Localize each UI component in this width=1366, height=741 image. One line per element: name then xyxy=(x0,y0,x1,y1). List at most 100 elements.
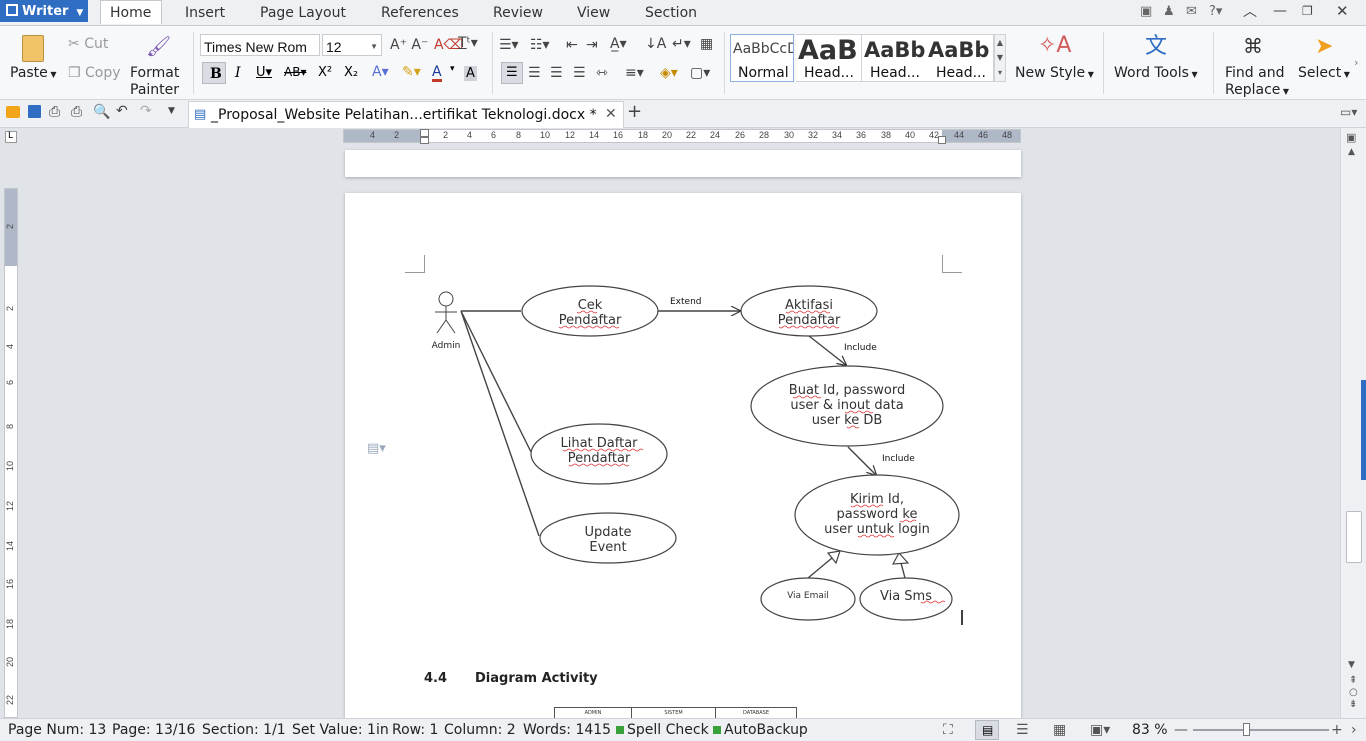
side-panel-toggle[interactable] xyxy=(1361,380,1366,480)
select-browse-icon[interactable]: ○ xyxy=(1349,688,1358,698)
bold-button[interactable]: B xyxy=(202,62,226,84)
first-line-indent-marker[interactable] xyxy=(420,129,429,137)
select-button[interactable]: Select ▼ xyxy=(1298,66,1350,80)
font-size-dropdown[interactable]: 12 ▼ xyxy=(322,34,382,56)
italic-button[interactable]: I xyxy=(235,66,241,80)
left-indent-marker[interactable] xyxy=(420,137,429,144)
show-marks-icon[interactable]: ↵▾ xyxy=(672,37,691,51)
distributed-icon[interactable]: ⇿ xyxy=(596,66,608,80)
horizontal-ruler[interactable]: 4 2 2 4 6 8 10 12 14 16 18 20 22 24 26 28 30 32 34 36 38 40 42… xyxy=(343,129,1021,144)
find-replace-button-1[interactable]: Find and xyxy=(1225,66,1284,80)
skin-icon[interactable]: ▣ xyxy=(1140,5,1152,18)
find-replace-button-2[interactable]: Replace ▼ xyxy=(1225,83,1289,97)
grow-font-icon[interactable]: A⁺ A⁻ xyxy=(390,38,428,52)
minimize-icon[interactable]: — xyxy=(1273,4,1287,18)
previous-page[interactable] xyxy=(345,150,1021,177)
cursor-icon[interactable]: ➤ xyxy=(1315,36,1333,58)
bullets-icon[interactable]: ☰▾ xyxy=(499,38,519,52)
shirt-icon[interactable]: ♟ xyxy=(1163,5,1175,18)
style-heading-2[interactable]: AaBb Head... xyxy=(862,34,928,82)
strikethrough-button[interactable]: AB▾ xyxy=(284,66,306,78)
tab-references[interactable]: References xyxy=(381,6,459,20)
chat-icon[interactable]: ✉ xyxy=(1186,5,1197,18)
text-effect-icon[interactable]: A▾ xyxy=(372,65,389,79)
chevron-right-icon[interactable]: › xyxy=(1354,57,1358,68)
chevron-down-icon[interactable]: ▾ xyxy=(450,65,455,74)
table-grid-icon[interactable]: ▦ xyxy=(700,37,713,51)
text-layout-icon[interactable]: Tᵗ▾ xyxy=(458,36,478,50)
sort-icon[interactable]: ↓A xyxy=(645,37,666,51)
right-indent-marker[interactable] xyxy=(938,136,946,144)
zoom-slider-track[interactable] xyxy=(1193,729,1329,731)
outline-view-icon[interactable]: ☰ xyxy=(1016,723,1029,737)
line-spacing-icon[interactable]: ≡▾ xyxy=(625,66,644,80)
tab-view[interactable]: View xyxy=(577,6,610,20)
prev-page-icon[interactable]: ⇞ xyxy=(1349,676,1357,686)
char-shading-icon[interactable]: A xyxy=(464,66,477,81)
format-painter-icon[interactable]: 🖌 xyxy=(146,36,171,56)
status-set-value[interactable]: Set Value: 1in xyxy=(292,723,389,737)
tab-review[interactable]: Review xyxy=(493,6,543,20)
status-spell-check[interactable]: Spell Check xyxy=(627,723,709,737)
zoom-out-icon[interactable]: — xyxy=(1174,723,1188,737)
format-painter-label-2[interactable]: Painter xyxy=(130,83,179,97)
help-icon[interactable]: ?▾ xyxy=(1209,5,1222,18)
undo-icon[interactable]: ↶ xyxy=(116,104,128,118)
status-section[interactable]: Section: 1/1 xyxy=(202,723,286,737)
paste-icon[interactable] xyxy=(22,35,44,62)
zoom-slider-thumb[interactable] xyxy=(1243,723,1250,736)
document-tab[interactable]: ▤ _Proposal_Website Pelatihan...ertifika… xyxy=(188,101,624,128)
font-name-dropdown[interactable]: Times New Rom xyxy=(200,34,320,56)
style-heading-3[interactable]: AaBb Head... xyxy=(928,34,994,82)
asian-layout-icon[interactable]: A̲▾ xyxy=(610,37,627,51)
binoculars-icon[interactable]: ⌘ xyxy=(1243,36,1263,56)
status-page[interactable]: Page: 13/16 xyxy=(112,723,195,737)
increase-indent-icon[interactable]: ⇥ xyxy=(586,38,598,52)
use-case-diagram[interactable]: Admin Extend Include Include Cek Pendaft… xyxy=(345,193,1021,733)
zoom-level[interactable]: 83 % xyxy=(1132,723,1168,737)
highlight-icon[interactable]: ✎▾ xyxy=(402,65,421,79)
numbering-icon[interactable]: ☷▾ xyxy=(530,38,550,52)
decrease-indent-icon[interactable]: ⇤ xyxy=(566,38,578,52)
new-style-button[interactable]: New Style ▼ xyxy=(1015,66,1094,80)
restore-icon[interactable]: ❐ xyxy=(1302,5,1313,17)
web-view-icon[interactable]: ▦ xyxy=(1053,723,1066,737)
quick-access-dropdown-icon[interactable]: ▼ xyxy=(168,107,175,116)
open-icon[interactable] xyxy=(6,106,20,118)
scrollbar-thumb[interactable] xyxy=(1346,511,1362,563)
align-right-icon[interactable]: ☰ xyxy=(550,66,563,80)
export-pdf-icon[interactable]: ⎙ xyxy=(49,105,60,119)
zoom-in-icon[interactable]: + xyxy=(1331,723,1343,737)
borders-icon[interactable]: ▢▾ xyxy=(690,66,710,80)
new-style-icon[interactable]: ✧A xyxy=(1038,35,1071,57)
style-heading-1[interactable]: AaB Head... xyxy=(796,34,862,82)
shading-icon[interactable]: ◈▾ xyxy=(660,66,678,80)
align-left-button[interactable]: ☰ xyxy=(501,62,523,84)
word-tools-icon[interactable]: 文 xyxy=(1145,36,1167,58)
style-normal[interactable]: AaBbCcD Normal xyxy=(730,34,794,82)
justify-icon[interactable]: ☰ xyxy=(573,66,586,80)
reading-mode-icon[interactable]: ▣▾ xyxy=(1090,723,1110,737)
chevron-right-icon[interactable]: › xyxy=(1351,723,1357,737)
underline-button[interactable]: U▾ xyxy=(256,66,272,79)
subscript-button[interactable]: X₂ xyxy=(344,66,358,79)
ruler-toggle-icon[interactable]: ▣ xyxy=(1346,132,1356,143)
redo-icon[interactable]: ↷ xyxy=(140,104,152,118)
scroll-up-icon[interactable]: ▲ xyxy=(1348,148,1355,157)
word-tools-button[interactable]: Word Tools ▼ xyxy=(1114,66,1198,80)
tab-stop-selector[interactable]: L xyxy=(5,131,17,143)
superscript-button[interactable]: X² xyxy=(318,66,332,79)
save-icon[interactable] xyxy=(28,105,41,118)
status-page-num[interactable]: Page Num: 13 xyxy=(8,723,106,737)
align-center-icon[interactable]: ☰ xyxy=(528,66,541,80)
format-painter-label-1[interactable]: Format xyxy=(130,66,179,80)
tab-home[interactable]: Home xyxy=(110,6,151,20)
page-view-button[interactable]: ▤ xyxy=(975,720,999,740)
print-icon[interactable]: ⎙ xyxy=(71,105,82,119)
status-autobackup[interactable]: AutoBackup xyxy=(724,723,808,737)
copy-button[interactable]: ❐ Copy xyxy=(68,66,121,80)
print-preview-icon[interactable]: 🔍 xyxy=(93,105,110,119)
status-column[interactable]: Column: 2 xyxy=(444,723,516,737)
new-tab-icon[interactable]: + xyxy=(627,103,642,121)
cut-button[interactable]: ✂ Cut xyxy=(68,37,108,51)
